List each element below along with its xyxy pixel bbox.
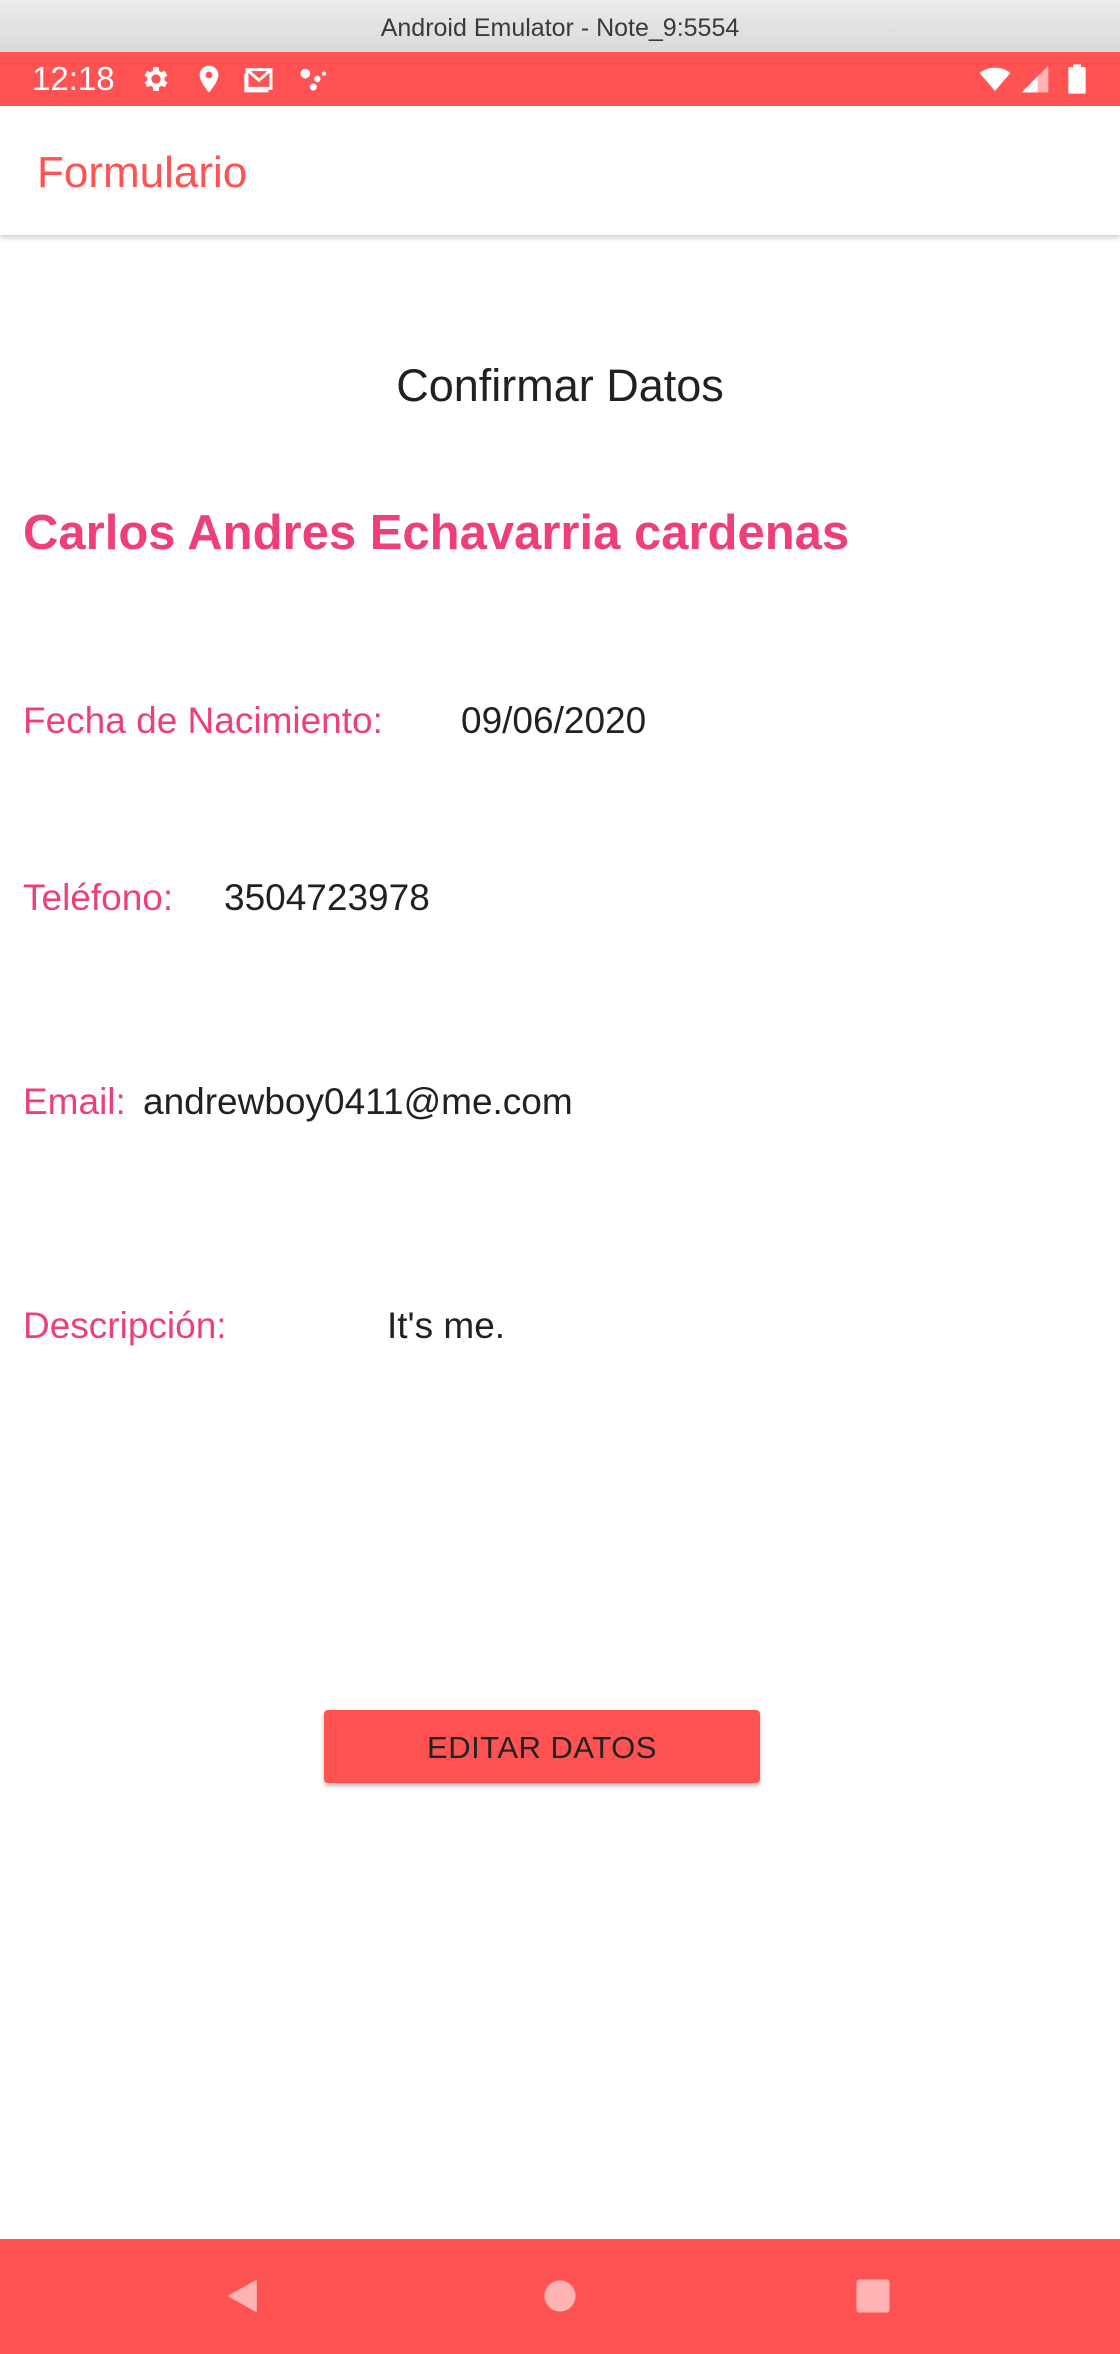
phone-value: 3504723978 bbox=[224, 877, 430, 918]
window-title-bar: Android Emulator - Note_9:5554 bbox=[0, 0, 1120, 53]
assistant-icon bbox=[296, 63, 328, 95]
description-value: It's me. bbox=[387, 1305, 506, 1346]
emulator-window: Android Emulator - Note_9:5554 12:18 For… bbox=[0, 0, 1120, 2354]
gmail-icon bbox=[243, 63, 275, 95]
email-label: Email: bbox=[23, 1081, 126, 1122]
birth-date-value: 09/06/2020 bbox=[461, 700, 647, 741]
app-bar: Formulario bbox=[0, 106, 1120, 235]
home-icon[interactable] bbox=[538, 2274, 582, 2318]
phone-label: Teléfono: bbox=[23, 877, 174, 918]
navigation-bar bbox=[0, 2239, 1120, 2354]
full-name: Carlos Andres Echavarria cardenas bbox=[23, 506, 850, 560]
status-time: 12:18 bbox=[32, 60, 115, 97]
description-label: Descripción: bbox=[23, 1305, 227, 1346]
page-title: Confirmar Datos bbox=[396, 360, 724, 411]
recents-icon[interactable] bbox=[851, 2274, 895, 2318]
settings-icon bbox=[140, 63, 172, 95]
email-value: andrewboy0411@me.com bbox=[143, 1081, 573, 1122]
app-bar-title: Formulario bbox=[37, 148, 248, 197]
back-icon[interactable] bbox=[222, 2274, 266, 2318]
birth-date-label: Fecha de Nacimiento: bbox=[23, 700, 383, 741]
status-bar: 12:18 bbox=[0, 52, 1120, 106]
battery-icon bbox=[1061, 63, 1093, 95]
location-icon bbox=[193, 63, 225, 95]
signal-icon bbox=[1019, 63, 1051, 95]
confirm-data-screen: Confirmar Datos Carlos Andres Echavarria… bbox=[0, 235, 1120, 2239]
window-title: Android Emulator - Note_9:5554 bbox=[380, 14, 740, 42]
edit-data-button[interactable]: EDITAR DATOS bbox=[324, 1710, 760, 1783]
wifi-icon bbox=[979, 63, 1011, 95]
